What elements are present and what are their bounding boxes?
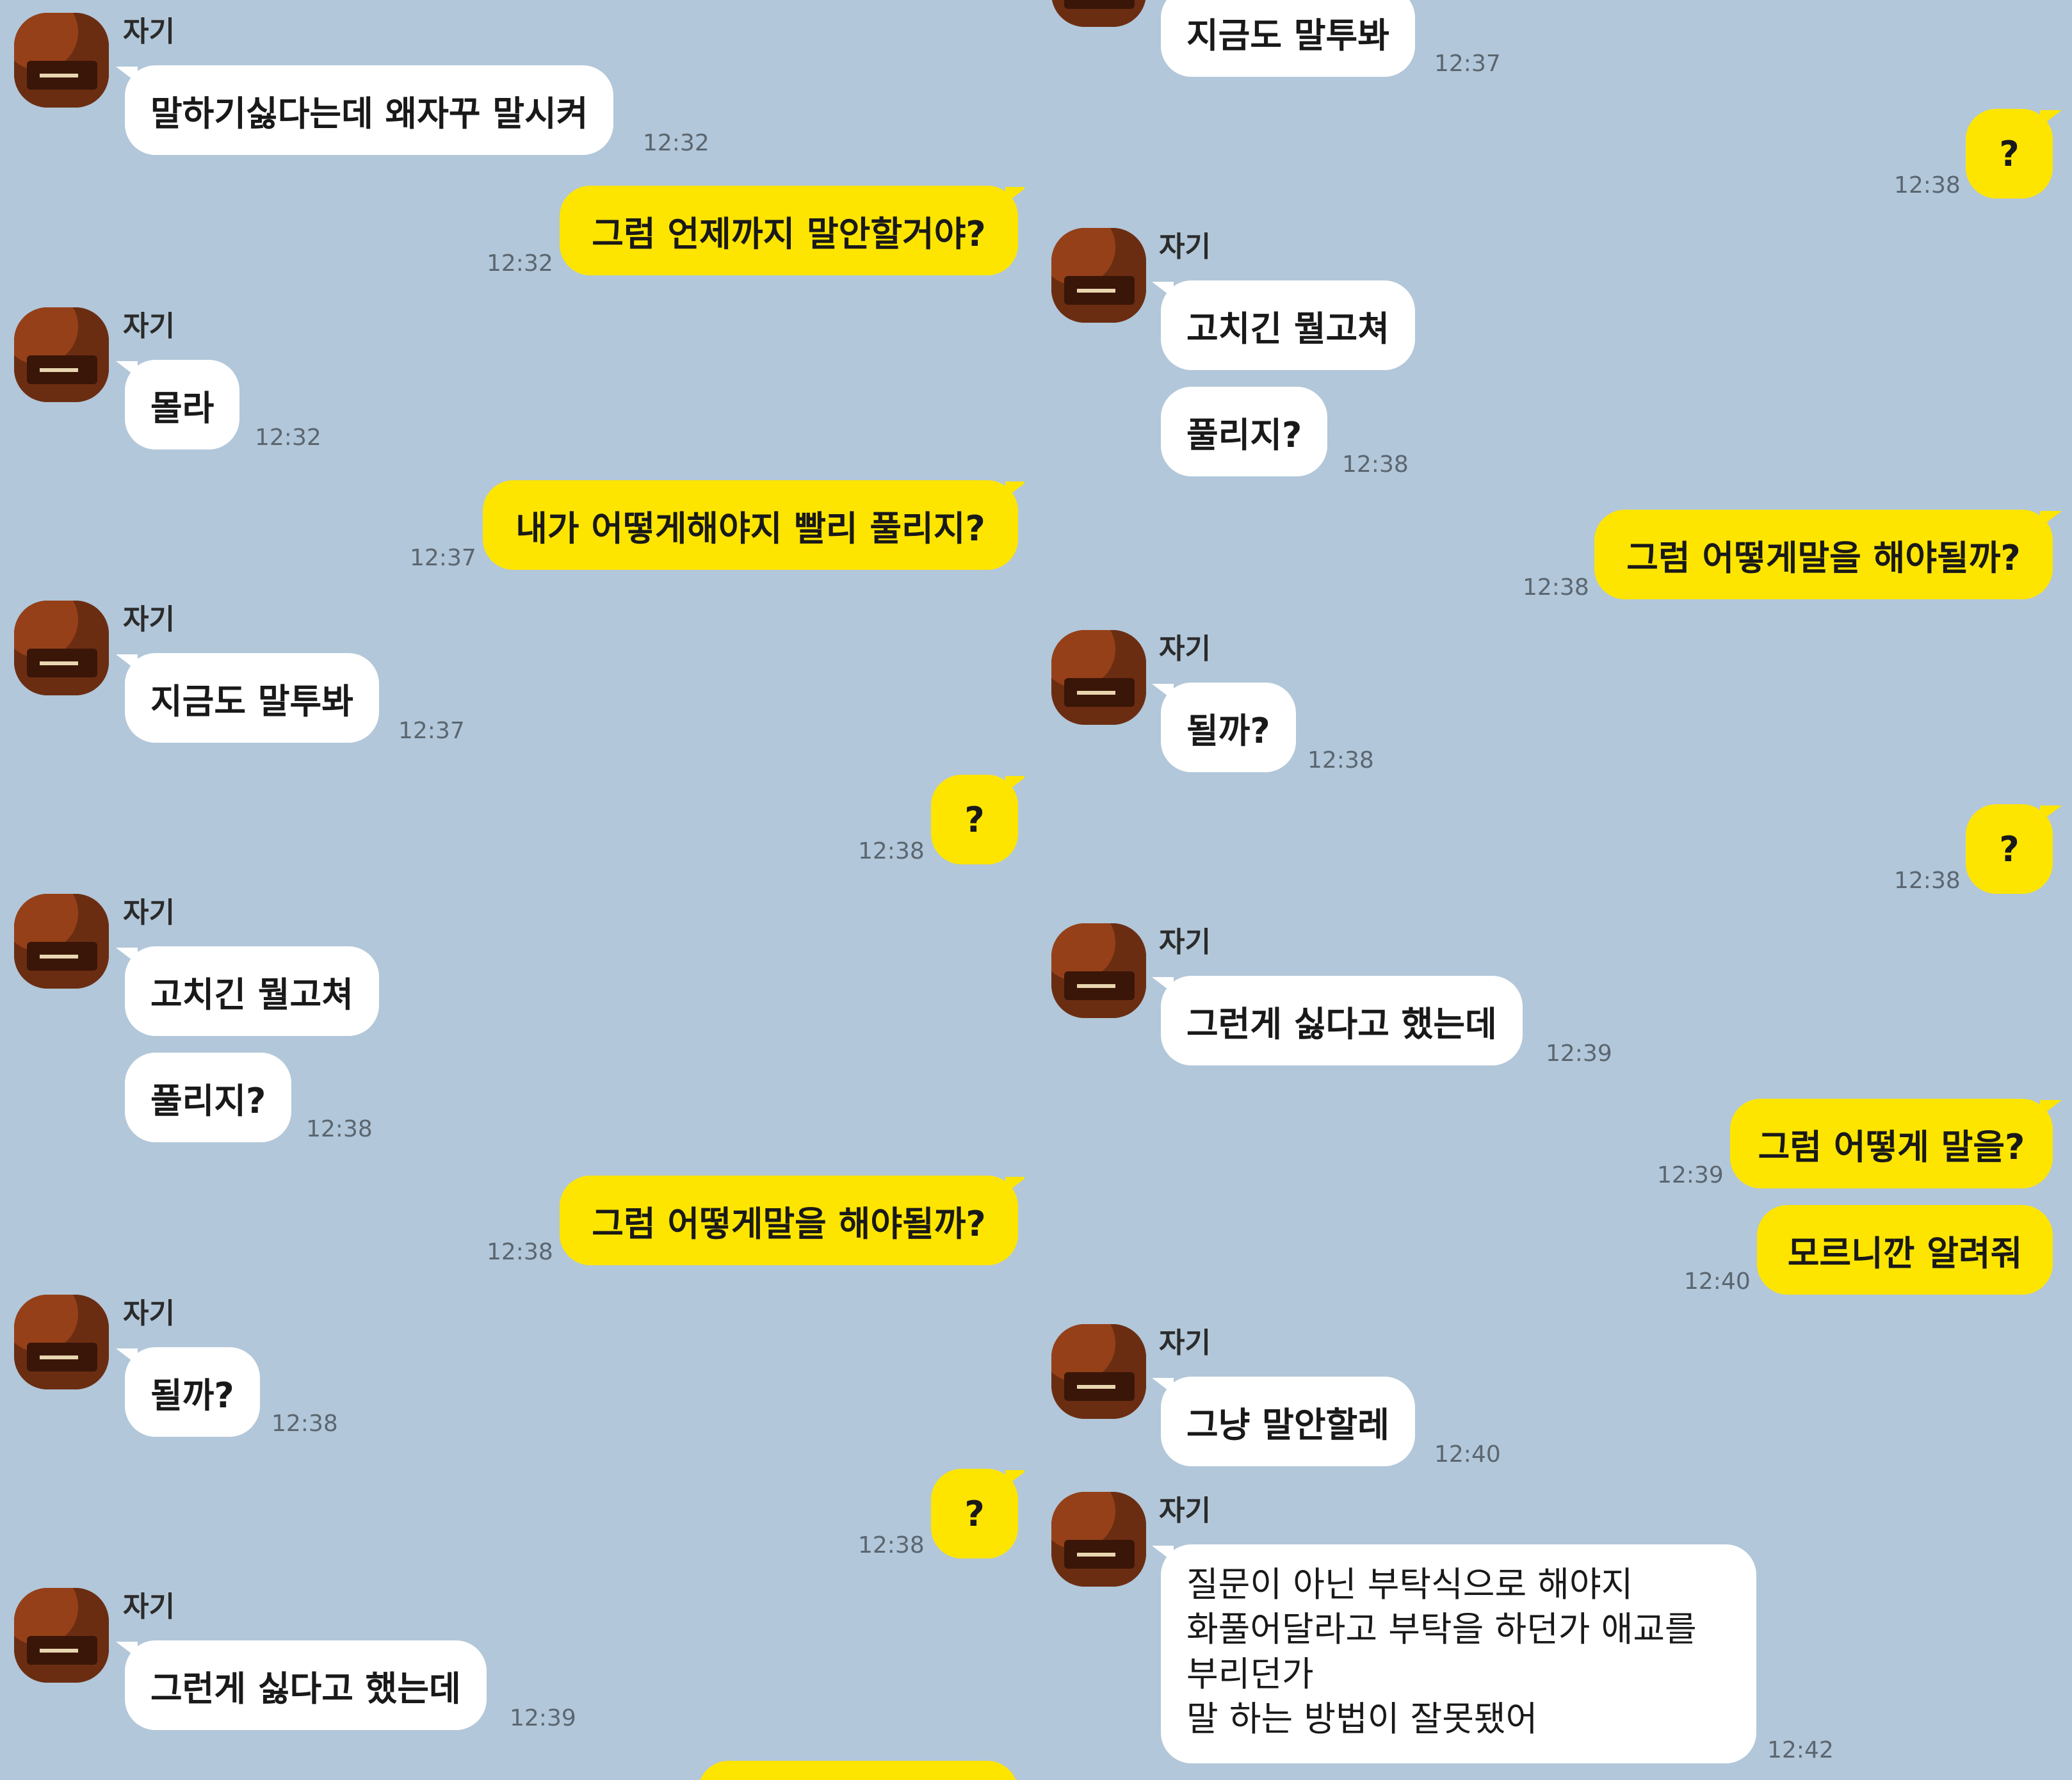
contact-avatar[interactable]	[14, 13, 109, 108]
message-time: 12:37	[1434, 51, 1501, 77]
contact-avatar[interactable]	[14, 601, 109, 695]
message-line: 질문이 아닌 부탁식으로 해야지	[1186, 1564, 1633, 1605]
message-line: 말 하는 방법이 잘못됐어	[1186, 1699, 1538, 1739]
incoming-message[interactable]: 그런게 싫다고 했는데	[116, 1640, 487, 1730]
outgoing-message[interactable]: ?	[931, 1469, 1024, 1558]
outgoing-message[interactable]: 그럼 어떻게말을 해야될까?	[560, 1176, 1024, 1265]
incoming-message[interactable]: 고치긴 뭘고쳐	[116, 946, 379, 1036]
outgoing-message[interactable]: 그럼 어떻게 말을?	[1730, 1099, 2062, 1188]
contact-avatar[interactable]	[14, 894, 109, 989]
message-time: 12:38	[487, 1239, 553, 1265]
contact-avatar[interactable]	[14, 307, 109, 402]
message-line: 화풀어달라고 부탁을 하던가 애교를	[1186, 1609, 1697, 1649]
message-time: 12:38	[1523, 574, 1589, 601]
chat-column-left[interactable]: 자기 말하기싫다는데 왜자꾸 말시켜 12:32 그럼 언제까지 말안할거야? …	[0, 0, 1024, 1780]
chat-column-right[interactable]: 지금도 말투봐 12:37 ? 12:38 자기 고치긴 뭘고쳐 풀리지? 12…	[1037, 0, 2072, 1780]
outgoing-message[interactable]: 내가 어떻게해야지 빨리 풀리지?	[483, 480, 1024, 570]
outgoing-message[interactable]: 모르니깐 알려줘	[1757, 1205, 2053, 1295]
contact-avatar[interactable]	[1051, 1492, 1146, 1587]
incoming-message[interactable]: 지금도 말투봐	[116, 653, 379, 743]
outgoing-message[interactable]: ?	[931, 775, 1024, 864]
outgoing-message[interactable]: ?	[1966, 109, 2062, 198]
sender-name: 자기	[1159, 926, 1211, 959]
sender-name: 자기	[123, 603, 175, 636]
incoming-message[interactable]: 될까?	[1152, 683, 1296, 772]
outgoing-message-partial[interactable]	[698, 1761, 1018, 1780]
outgoing-message[interactable]: 그럼 언제까지 말안할거야?	[560, 186, 1024, 275]
contact-avatar[interactable]	[1051, 630, 1146, 725]
incoming-message[interactable]: 고치긴 뭘고쳐	[1152, 280, 1415, 370]
incoming-message-multiline[interactable]: 질문이 아닌 부탁식으로 해야지 화풀어달라고 부탁을 하던가 애교를 부리던가…	[1152, 1544, 1756, 1763]
incoming-message[interactable]: 풀리지?	[1161, 387, 1328, 476]
contact-avatar[interactable]	[1051, 228, 1146, 323]
column-divider	[1024, 0, 1037, 1780]
message-time: 12:39	[510, 1705, 576, 1731]
message-time: 12:40	[1434, 1441, 1501, 1468]
incoming-message[interactable]: 그냥 말안할레	[1152, 1377, 1415, 1466]
message-time: 12:38	[1342, 451, 1409, 478]
message-line: 부리던가	[1186, 1654, 1314, 1694]
incoming-message[interactable]: 몰라	[115, 360, 240, 449]
message-time: 12:38	[271, 1411, 338, 1437]
incoming-message[interactable]: 말하기싫다는데 왜자꾸 말시켜	[115, 65, 614, 155]
message-time: 12:32	[255, 425, 321, 451]
message-time: 12:37	[410, 545, 476, 571]
incoming-message[interactable]: 그런게 싫다고 했는데	[1152, 976, 1523, 1065]
message-time: 12:40	[1684, 1268, 1751, 1295]
incoming-message[interactable]: 될까?	[116, 1347, 260, 1437]
message-time: 12:38	[858, 838, 925, 864]
message-time: 12:38	[1307, 747, 1374, 773]
contact-avatar[interactable]	[1051, 1324, 1146, 1419]
contact-avatar[interactable]	[1051, 923, 1146, 1018]
message-time: 12:37	[398, 718, 465, 744]
incoming-message[interactable]: 풀리지?	[125, 1053, 292, 1142]
contact-avatar[interactable]	[14, 1588, 109, 1683]
message-time: 12:32	[643, 130, 709, 156]
message-time: 12:39	[1546, 1040, 1612, 1067]
outgoing-message[interactable]: 그럼 어떻게말을 해야될까?	[1594, 510, 2062, 599]
message-time: 12:38	[858, 1532, 925, 1558]
message-time: 12:38	[1894, 868, 1961, 894]
sender-name: 자기	[123, 1590, 175, 1623]
message-time: 12:42	[1767, 1737, 1834, 1763]
sender-name: 자기	[123, 1297, 175, 1330]
message-time: 12:32	[487, 250, 553, 277]
outgoing-message[interactable]: ?	[1966, 804, 2062, 894]
sender-name: 자기	[1159, 1494, 1211, 1527]
sender-name: 자기	[1159, 231, 1211, 263]
contact-avatar[interactable]	[1051, 0, 1146, 27]
incoming-message[interactable]: 지금도 말투봐	[1161, 0, 1415, 77]
sender-name: 자기	[123, 896, 175, 929]
sender-name: 자기	[123, 15, 175, 48]
message-time: 12:38	[306, 1116, 373, 1142]
message-time: 12:39	[1657, 1162, 1724, 1188]
sender-name: 자기	[1159, 633, 1211, 665]
sender-name: 자기	[123, 310, 175, 343]
contact-avatar[interactable]	[14, 1295, 109, 1389]
message-time: 12:38	[1894, 172, 1961, 198]
sender-name: 자기	[1159, 1327, 1211, 1359]
